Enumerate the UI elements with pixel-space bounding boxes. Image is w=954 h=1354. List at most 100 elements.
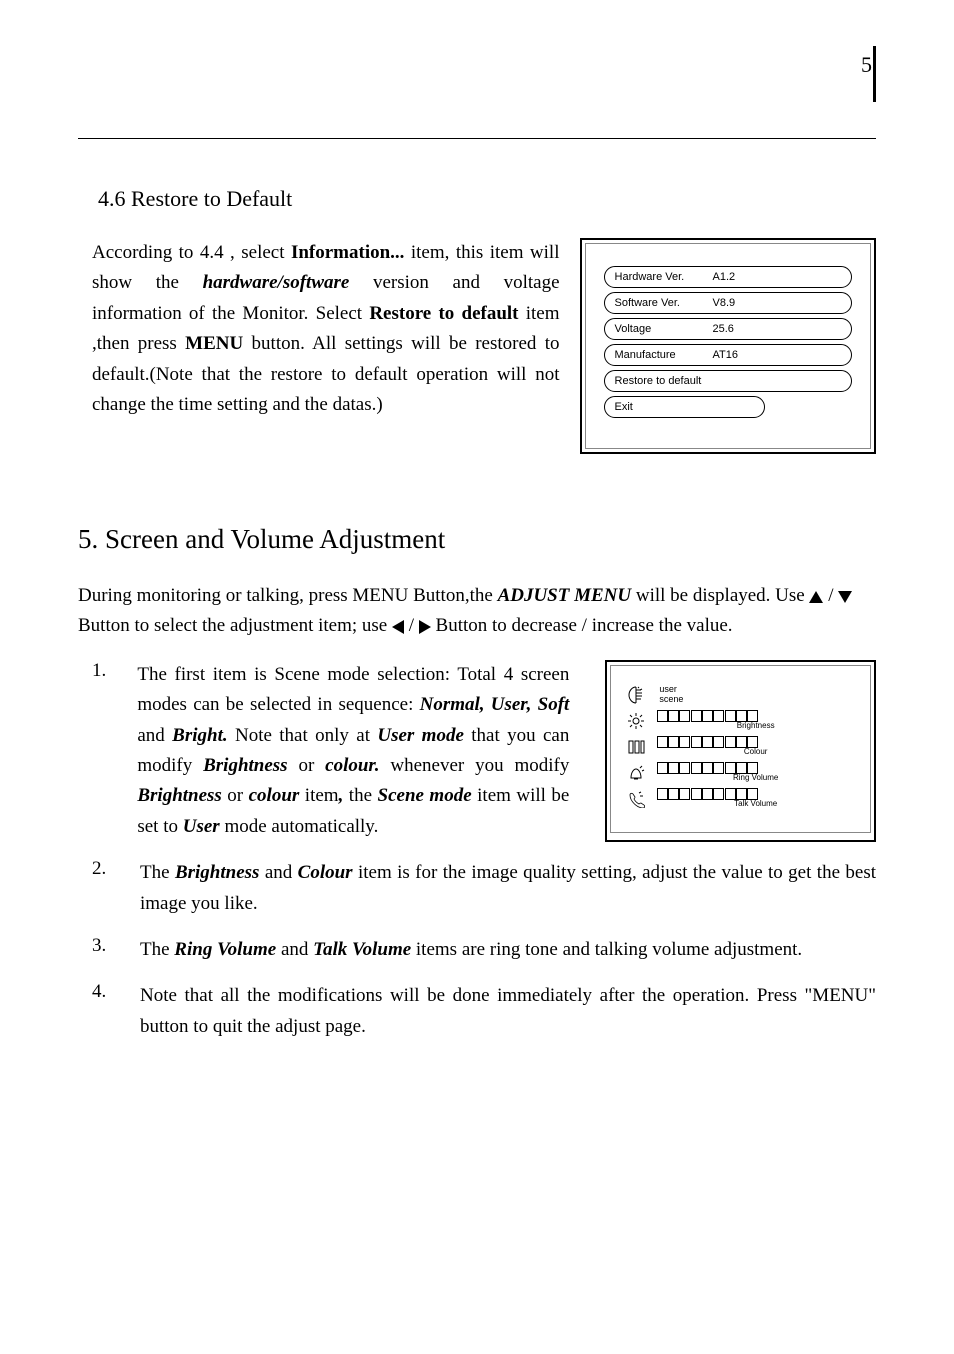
- scene-icon: [627, 686, 645, 704]
- list-number: 3.: [92, 935, 120, 965]
- arrow-up-icon: [809, 591, 823, 603]
- info-row-software: Software Ver. V8.9: [604, 292, 852, 314]
- section-4-6-title: 4.6 Restore to Default: [98, 186, 876, 212]
- ti: colour: [249, 785, 300, 806]
- colour-label: Colour: [657, 747, 854, 756]
- list-number: 4.: [92, 981, 120, 1042]
- page-content: 4.6 Restore to Default According to 4.4 …: [78, 186, 876, 1058]
- information-panel-inner: Hardware Ver. A1.2 Software Ver. V8.9 Vo…: [585, 243, 871, 449]
- text: will be displayed. Use: [631, 585, 809, 606]
- scene-label: scene: [659, 694, 683, 704]
- ring-volume-icon: [627, 764, 645, 782]
- list-number: 2.: [92, 858, 120, 919]
- page-number-divider: [873, 46, 876, 102]
- t: whenever you modify: [380, 755, 570, 776]
- section-4-6-text: According to 4.4 , select Information...…: [92, 238, 560, 454]
- text: Button to decrease / increase the value.: [431, 615, 733, 636]
- text-italic: hardware/software: [203, 272, 350, 293]
- value: V8.9: [713, 297, 736, 309]
- text: During monitoring or talking, press MENU…: [78, 585, 498, 606]
- info-row-hardware: Hardware Ver. A1.2: [604, 266, 852, 288]
- t: the: [343, 785, 377, 806]
- t: and: [137, 725, 172, 746]
- label: Hardware Ver.: [615, 271, 685, 283]
- ti: Brightness: [203, 755, 287, 776]
- scene-user-label: user: [659, 684, 677, 694]
- ti: Bright.: [172, 725, 227, 746]
- text: According to 4.4 , select: [92, 242, 291, 263]
- t: item: [299, 785, 338, 806]
- page-number: 5: [861, 52, 872, 78]
- section-5-intro: During monitoring or talking, press MENU…: [78, 581, 876, 642]
- ti: Normal, User, Soft: [420, 694, 570, 715]
- arrow-left-icon: [392, 620, 404, 634]
- text-bold: Restore to default: [369, 303, 518, 324]
- list-text: The first item is Scene mode selection: …: [137, 660, 569, 842]
- talk-volume-icon: [627, 790, 645, 808]
- info-row-voltage: Voltage 25.6: [604, 318, 852, 340]
- ti: Ring Volume: [174, 939, 276, 960]
- adjust-row-brightness: Brightness: [657, 710, 854, 734]
- text: Button to select the adjustment item; us…: [78, 615, 392, 636]
- t: The: [140, 939, 174, 960]
- info-row-restore: Restore to default: [604, 370, 852, 392]
- colour-icon: [627, 738, 645, 756]
- adjust-menu-inner: user scene Brightness: [610, 665, 871, 833]
- ti: Scene mode: [378, 785, 472, 806]
- t: The: [140, 862, 175, 883]
- adjust-row-colour: Colour: [657, 736, 854, 760]
- value: A1.2: [713, 271, 736, 283]
- talk-volume-label: Talk Volume: [657, 799, 854, 808]
- ti: User mode: [377, 725, 464, 746]
- ti: Brightness: [137, 785, 221, 806]
- list-text: The Ring Volume and Talk Volume items ar…: [140, 935, 876, 965]
- t: Note that all the modifications will be …: [140, 985, 876, 1036]
- text-bold: Information...: [291, 242, 404, 263]
- value: AT16: [713, 349, 738, 361]
- label: Software Ver.: [615, 297, 680, 309]
- adjust-row-ring-volume: Ring Volume: [657, 762, 854, 786]
- t: Note that only at: [228, 725, 378, 746]
- info-row-manufacture: Manufacture AT16: [604, 344, 852, 366]
- list-item-3: 3. The Ring Volume and Talk Volume items…: [78, 935, 876, 965]
- ti: Colour: [298, 862, 353, 883]
- list-text: Note that all the modifications will be …: [140, 981, 876, 1042]
- list-item-1: 1. The first item is Scene mode selectio…: [78, 660, 876, 842]
- ti: Talk Volume: [313, 939, 411, 960]
- ti: colour.: [325, 755, 379, 776]
- t: and: [276, 939, 313, 960]
- t: or: [288, 755, 326, 776]
- text: /: [823, 585, 838, 606]
- label: Restore to default: [615, 375, 702, 387]
- ti: Brightness: [175, 862, 259, 883]
- label: Manufacture: [615, 349, 676, 361]
- value: 25.6: [713, 323, 734, 335]
- label: Voltage: [615, 323, 652, 335]
- brightness-icon: [627, 712, 645, 730]
- text-italic: ADJUST MENU: [498, 585, 632, 606]
- list-item-2: 2. The Brightness and Colour item is for…: [78, 858, 876, 919]
- section-5-heading: 5. Screen and Volume Adjustment: [78, 524, 876, 555]
- t: items are ring tone and talking volume a…: [411, 939, 802, 960]
- list-number: 1.: [92, 660, 117, 842]
- adjust-row-scene: user scene: [657, 684, 854, 708]
- ti: User: [183, 816, 220, 837]
- list-text: The Brightness and Colour item is for th…: [140, 858, 876, 919]
- t: mode automatically.: [220, 816, 379, 837]
- brightness-label: Brightness: [657, 721, 854, 730]
- t: or: [222, 785, 249, 806]
- text-bold: MENU: [185, 333, 243, 354]
- list-item-4: 4. Note that all the modifications will …: [78, 981, 876, 1042]
- ring-volume-label: Ring Volume: [657, 773, 854, 782]
- information-panel: Hardware Ver. A1.2 Software Ver. V8.9 Vo…: [580, 238, 876, 454]
- info-row-exit: Exit: [604, 396, 766, 418]
- section-4-6-block: According to 4.4 , select Information...…: [78, 238, 876, 454]
- adjust-menu-panel: user scene Brightness: [605, 660, 876, 842]
- t: and: [259, 862, 297, 883]
- horizontal-rule: [78, 138, 876, 139]
- arrow-down-icon: [838, 591, 852, 603]
- arrow-right-icon: [419, 620, 431, 634]
- label: Exit: [615, 401, 633, 413]
- adjust-row-talk-volume: Talk Volume: [657, 788, 854, 812]
- text: /: [404, 615, 419, 636]
